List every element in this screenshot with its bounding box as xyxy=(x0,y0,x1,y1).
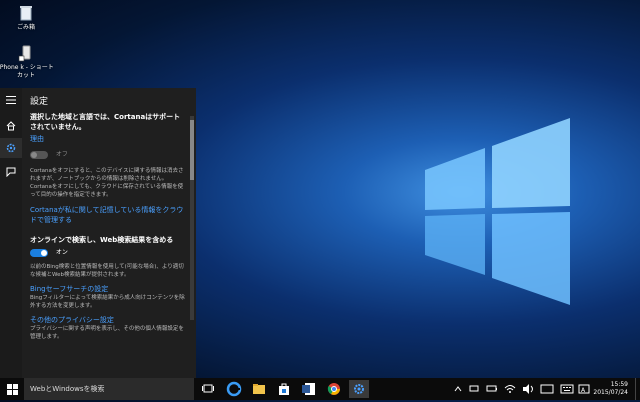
network-icon[interactable] xyxy=(468,384,480,394)
privacy-settings-link[interactable]: その他のプライバシー設定 xyxy=(30,316,186,325)
battery-icon[interactable] xyxy=(486,384,498,394)
task-view-button[interactable] xyxy=(200,381,216,397)
wifi-icon[interactable] xyxy=(504,384,516,394)
windows-logo-wallpaper xyxy=(425,118,570,305)
notification-icon[interactable] xyxy=(540,384,554,394)
show-desktop-button[interactable] xyxy=(635,378,640,400)
chevron-up-icon[interactable] xyxy=(454,385,462,393)
settings-app-button[interactable] xyxy=(349,380,369,398)
settings-gear-icon xyxy=(354,384,364,394)
online-search-heading: オンラインで検索し、Web検索結果を含める xyxy=(30,236,174,244)
chrome-button[interactable] xyxy=(326,381,342,397)
panel-scrollbar[interactable] xyxy=(190,116,194,320)
cortana-toggle-row: オフ xyxy=(30,150,186,159)
volume-icon[interactable] xyxy=(522,384,534,394)
store-bag-icon xyxy=(279,383,289,395)
chrome-icon xyxy=(327,383,340,395)
online-search-toggle[interactable] xyxy=(30,248,48,257)
cortana-description: Cortanaをオフにすると、このデバイスに関する情報は消去されますが、ノートブ… xyxy=(30,168,184,198)
word-button[interactable] xyxy=(301,381,317,397)
online-search-toggle-label: オン xyxy=(55,249,68,256)
start-button[interactable] xyxy=(0,378,24,400)
taskbar: WebとWindowsを検索 A 15:59 2015/07/24 xyxy=(0,378,640,400)
recycle-bin-label: ごみ箱 xyxy=(16,24,35,31)
reason-link[interactable]: 理由 xyxy=(30,135,186,144)
edge-icon xyxy=(226,381,242,397)
iphone-shortcut-desktop-icon[interactable]: iPhone k - ショートカット xyxy=(0,44,56,80)
iphone-shortcut-label: iPhone k - ショートカット xyxy=(0,64,54,79)
file-explorer-button[interactable] xyxy=(251,381,267,397)
cloud-manage-link[interactable]: Cortanaが私に関して記憶している情報をクラウドで管理する xyxy=(30,205,186,225)
settings-nav-button[interactable] xyxy=(0,138,22,158)
clock-date: 2015/07/24 xyxy=(593,389,628,396)
cortana-toggle-label: オフ xyxy=(55,151,68,158)
unsupported-message: 選択した地域と言語では、Cortanaはサポートされていません。 xyxy=(30,113,181,131)
iphone-shortcut-icon xyxy=(17,44,35,62)
search-box[interactable]: WebとWindowsを検索 xyxy=(24,378,194,400)
online-search-toggle-row: オン xyxy=(30,248,186,257)
store-button[interactable] xyxy=(276,381,292,397)
feedback-button[interactable] xyxy=(0,162,22,182)
recycle-bin-desktop-icon[interactable]: ごみ箱 xyxy=(0,4,56,32)
nav-rail xyxy=(0,88,22,378)
word-icon xyxy=(302,383,315,395)
windows-start-icon xyxy=(6,383,18,395)
folder-icon xyxy=(253,384,265,394)
keyboard-icon[interactable] xyxy=(560,384,574,394)
edge-button[interactable] xyxy=(226,381,242,397)
gear-icon xyxy=(6,143,16,153)
clock-time: 15:59 xyxy=(610,381,628,388)
bing-safesearch-description: Bingフィルターによって検索結果から成人向けコンテンツを除外する方法を変更しま… xyxy=(30,295,185,309)
home-button[interactable] xyxy=(0,116,22,136)
hamburger-icon xyxy=(6,96,16,104)
bing-safesearch-link[interactable]: Bingセーフサーチの設定 xyxy=(30,285,186,294)
cortana-toggle[interactable] xyxy=(30,150,48,159)
recycle-bin-icon xyxy=(17,4,35,22)
feedback-icon xyxy=(6,167,16,177)
task-view-icon xyxy=(202,384,214,393)
panel-title: 設定 xyxy=(30,97,49,107)
bing-description: 以前のBing検索と位置情報を使用して(可能な場合)、より適切な候補とWeb検索… xyxy=(30,264,184,278)
clock[interactable]: 15:59 2015/07/24 xyxy=(593,381,628,397)
ime-icon[interactable]: A xyxy=(578,384,590,394)
privacy-description: プライバシーに関する声明を表示し、その他の個人情報設定を管理します。 xyxy=(30,326,184,340)
home-icon xyxy=(6,121,16,131)
cortana-settings-panel: 設定 選択した地域と言語では、Cortanaはサポートされていません。 理由 オ… xyxy=(0,88,196,378)
settings-content: 選択した地域と言語では、Cortanaはサポートされていません。 理由 オフ C… xyxy=(30,112,186,341)
hamburger-menu-button[interactable] xyxy=(0,90,22,110)
